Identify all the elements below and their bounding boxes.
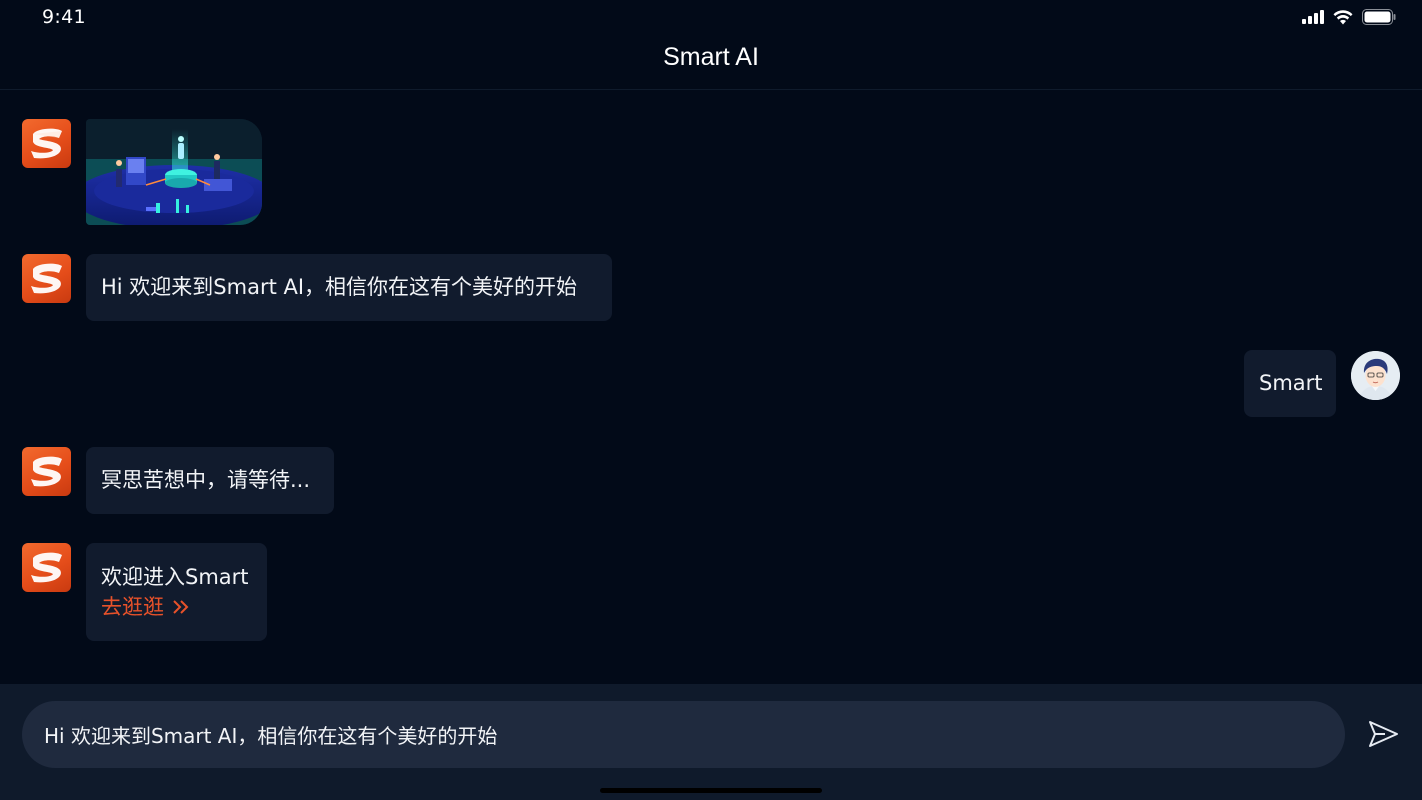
user-avatar[interactable] bbox=[1351, 351, 1400, 400]
bot-message-bubble: 欢迎进入Smart 去逛逛 bbox=[86, 543, 267, 641]
chat-screen: 9:41 Smart AI Hi 欢迎来到Smart AI，相信你在这有个美好的… bbox=[0, 0, 1422, 800]
user-avatar-icon bbox=[1351, 351, 1400, 400]
input-bar bbox=[0, 684, 1422, 800]
double-chevron-right-icon bbox=[173, 600, 189, 614]
smart-logo-icon bbox=[31, 263, 62, 294]
link-text: 去逛逛 bbox=[101, 595, 164, 619]
nav-bar: Smart AI bbox=[0, 34, 1422, 90]
go-browse-link[interactable]: 去逛逛 bbox=[101, 592, 267, 622]
bot-message-bubble: 冥思苦想中，请等待... bbox=[86, 447, 334, 514]
page-title: Smart AI bbox=[663, 43, 759, 71]
smart-logo-icon bbox=[31, 552, 62, 583]
bot-avatar[interactable] bbox=[22, 447, 71, 496]
bot-message-bubble: Hi 欢迎来到Smart AI，相信你在这有个美好的开始 bbox=[86, 254, 612, 321]
smart-logo-icon bbox=[31, 456, 62, 487]
signal-icon bbox=[1302, 10, 1324, 24]
bot-avatar[interactable] bbox=[22, 119, 71, 168]
user-message-bubble: Smart bbox=[1244, 350, 1336, 417]
message-text: 欢迎进入Smart bbox=[101, 565, 249, 589]
status-icons bbox=[1302, 8, 1396, 26]
status-bar: 9:41 bbox=[0, 0, 1422, 34]
home-indicator bbox=[600, 788, 822, 793]
message-text: Smart bbox=[1259, 371, 1323, 395]
battery-icon bbox=[1362, 9, 1396, 25]
send-icon[interactable] bbox=[1365, 716, 1401, 752]
illustration-image bbox=[86, 119, 262, 225]
message-text: 冥思苦想中，请等待... bbox=[101, 468, 311, 492]
bot-avatar[interactable] bbox=[22, 254, 71, 303]
status-time: 9:41 bbox=[42, 6, 86, 28]
smart-logo-icon bbox=[31, 128, 62, 159]
wifi-icon bbox=[1333, 9, 1353, 24]
message-input[interactable] bbox=[22, 701, 1345, 768]
message-image[interactable] bbox=[86, 119, 262, 225]
bot-avatar[interactable] bbox=[22, 543, 71, 592]
message-text: Hi 欢迎来到Smart AI，相信你在这有个美好的开始 bbox=[101, 275, 578, 299]
